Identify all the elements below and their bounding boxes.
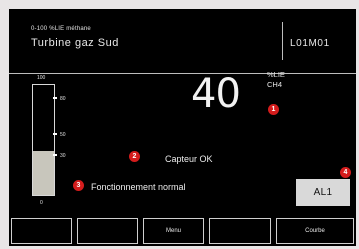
softkey-1[interactable] (11, 218, 72, 244)
callout-badge-2: 2 (129, 151, 140, 162)
softkey-bar: Menu Courbe (9, 215, 356, 246)
softkey-4[interactable] (209, 218, 271, 244)
header-divider (282, 22, 283, 60)
operation-status-text: Fonctionnement normal (91, 182, 186, 192)
tick-30 (53, 154, 57, 156)
scale-label-50: 50 (60, 132, 66, 138)
gas-label: CH4 (267, 80, 283, 89)
scale-label-100: 100 (37, 75, 46, 81)
scale-label-80: 80 (60, 96, 66, 102)
tick-80 (53, 97, 57, 99)
scale-label-30: 30 (60, 153, 66, 159)
reading-unit: %LIE CH4 (267, 70, 285, 90)
menu-softkey[interactable]: Menu (143, 218, 204, 244)
curve-softkey[interactable]: Courbe (276, 218, 354, 244)
alarm-indicator: AL1 (296, 179, 350, 206)
sensor-status-text: Capteur OK (165, 154, 213, 164)
scale-label-0: 0 (40, 200, 43, 206)
station-name: Turbine gaz Sud (31, 37, 119, 49)
range-label: 0-100 %LIE méthane (31, 26, 91, 32)
unit-label: %LIE (267, 70, 285, 79)
header: 0-100 %LIE méthane Turbine gaz Sud L01M0… (9, 9, 356, 74)
callout-badge-1: 1 (268, 104, 279, 115)
softkey-2[interactable] (77, 218, 138, 244)
callout-badge-3: 3 (73, 180, 84, 191)
level-bargraph-fill (33, 151, 54, 195)
tick-50 (53, 133, 57, 135)
gas-reading-value: 40 (191, 71, 241, 117)
level-bargraph (32, 84, 55, 196)
callout-badge-4: 4 (340, 167, 351, 178)
channel-code: L01M01 (290, 38, 330, 49)
instrument-screen: 0-100 %LIE méthane Turbine gaz Sud L01M0… (9, 9, 356, 246)
